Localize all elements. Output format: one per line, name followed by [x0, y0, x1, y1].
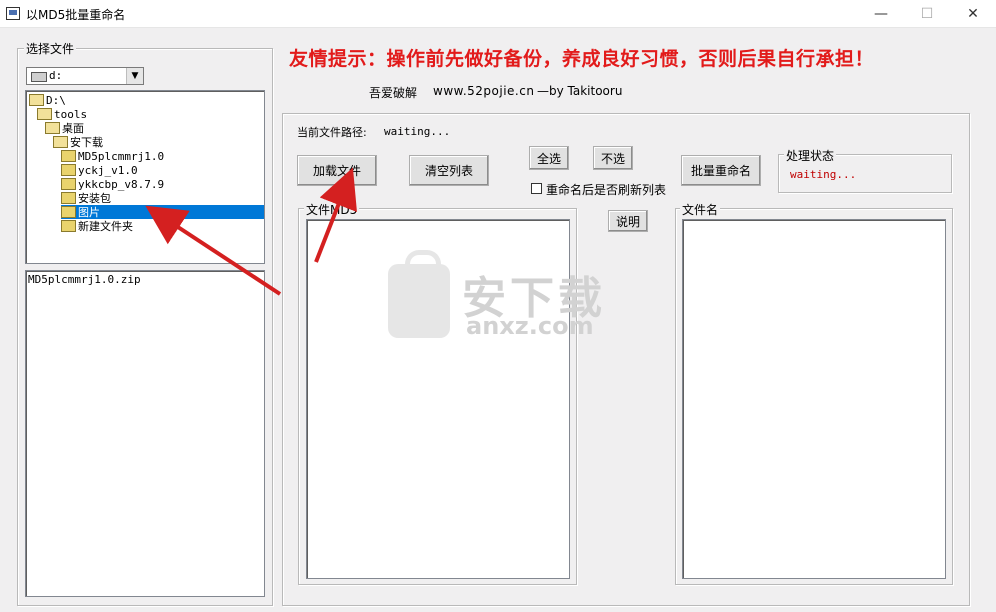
arrow-to-images-folder [145, 205, 282, 296]
arrow-to-load-button [314, 167, 357, 263]
annotation-arrows [145, 167, 357, 296]
